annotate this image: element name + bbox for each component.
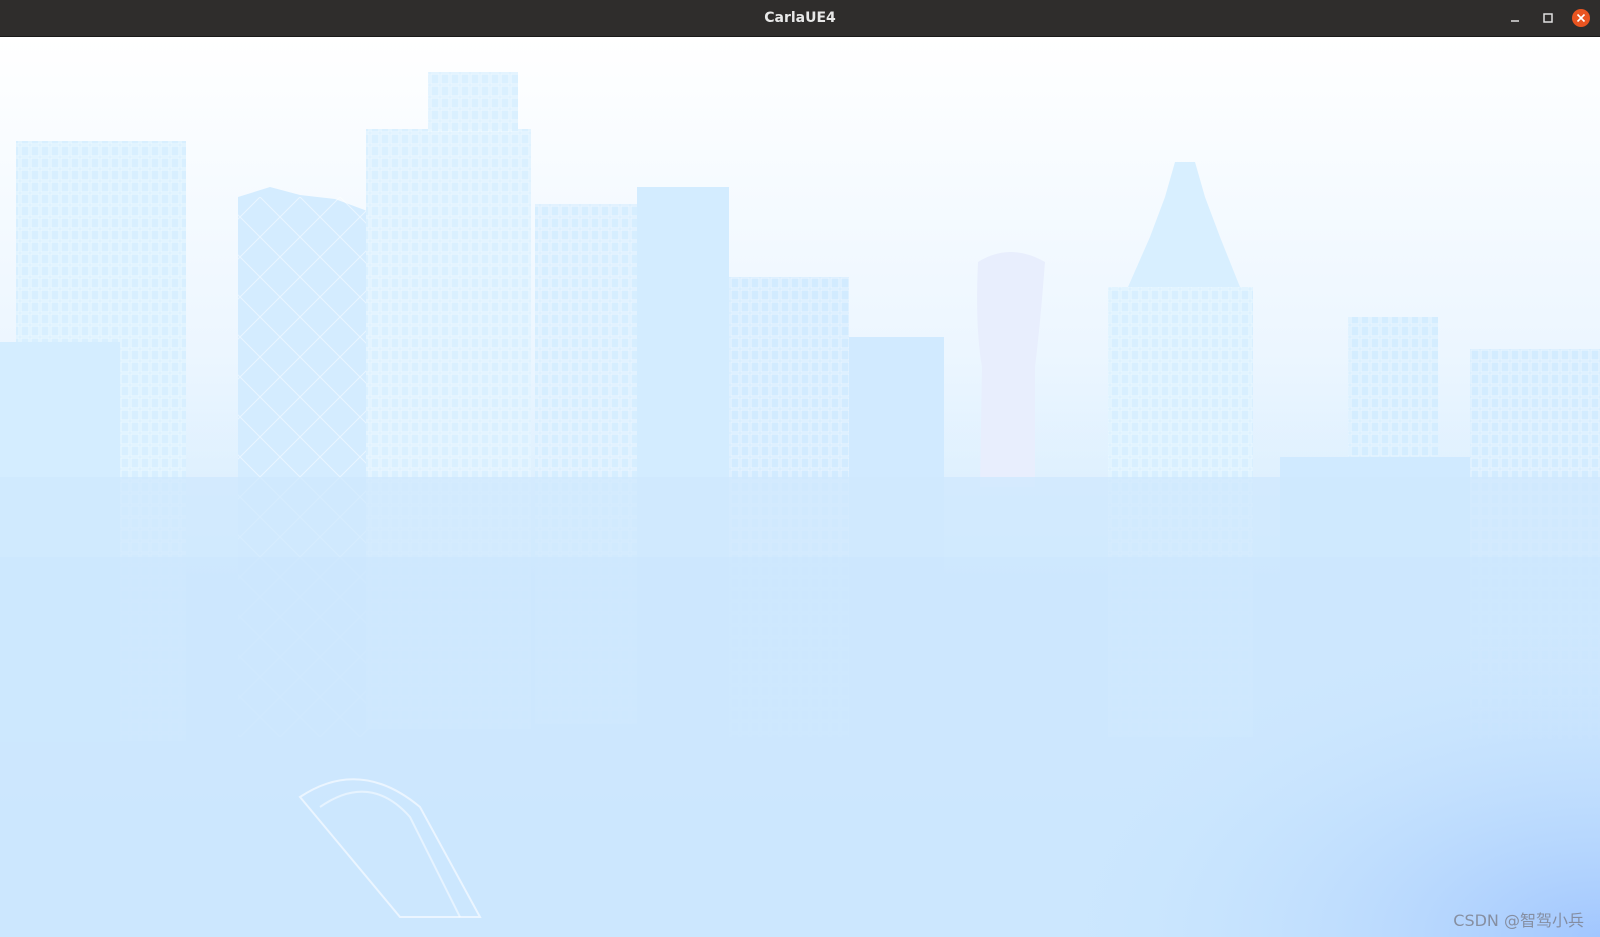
watermark-text: CSDN @智驾小兵 — [1453, 911, 1584, 930]
minimize-button[interactable] — [1506, 9, 1524, 27]
minimize-icon — [1511, 20, 1519, 22]
title-bar[interactable]: CarlaUE4 — [0, 0, 1600, 37]
maximize-button[interactable] — [1539, 9, 1557, 27]
maximize-icon — [1543, 13, 1553, 23]
city-skyline-scene — [0, 37, 1600, 937]
close-icon — [1576, 13, 1586, 23]
window-title: CarlaUE4 — [764, 10, 836, 26]
game-viewport[interactable]: CSDN @智驾小兵 — [0, 37, 1600, 937]
app-window: CarlaUE4 CSDN @智驾小兵 — [0, 0, 1600, 937]
close-button[interactable] — [1572, 9, 1590, 27]
